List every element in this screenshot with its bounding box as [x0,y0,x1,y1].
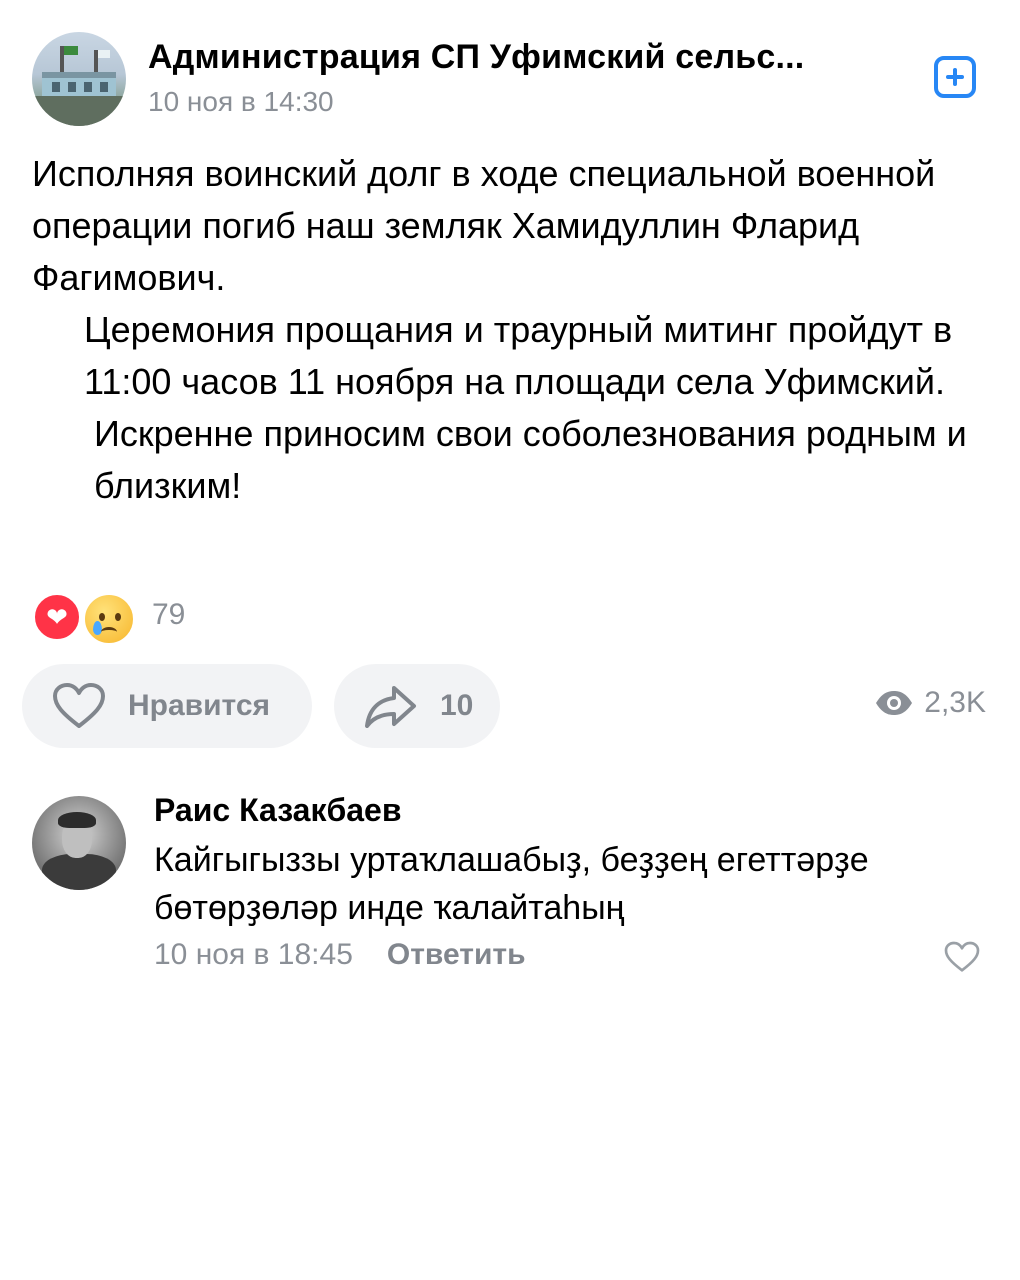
group-avatar[interactable] [32,32,126,126]
comment-item: Раис Казакбаев Кайгыгыззы уртаҡлашабыҙ, … [0,778,1020,988]
share-arrow-icon [365,686,416,728]
like-button-label: Нравится [128,689,271,722]
comment-timestamp: 10 ноя в 18:45 [154,938,353,971]
heart-outline-icon [53,683,105,728]
crying-face-reaction-icon [82,592,136,646]
reply-button[interactable]: Ответить [387,938,526,972]
plus-square-icon[interactable] [934,56,976,98]
eye-icon [876,691,913,715]
comment-like-button[interactable] [944,941,980,978]
post-action-bar: Нравится 10 2,3K [0,662,1020,748]
heart-reaction-icon: ❤ [32,592,82,642]
post-text: Исполняя воинский долг в ходе специально… [32,148,992,512]
commenter-avatar[interactable] [32,796,126,890]
post-timestamp: 10 ноя в 14:30 [148,86,334,117]
views-counter: 2,3K [874,686,986,720]
post-header: Администрация СП Уфимский сельс... 10 но… [0,0,1020,140]
group-name[interactable]: Администрация СП Уфимский сельс... [148,38,804,77]
views-count: 2,3K [924,686,986,719]
share-count: 10 [440,689,474,722]
comment-author[interactable]: Раис Казакбаев [154,792,402,829]
comment-meta: 10 ноя в 18:45 Ответить [154,938,526,972]
post-paragraph: Искренне приносим свои соболезнования ро… [94,413,967,506]
comment-text: Кайгыгыззы уртаҡлашабыҙ, беҙҙең егеттәрҙ… [154,841,869,927]
post-paragraph: Исполняя воинский долг в ходе специально… [32,153,936,298]
reactions-count: 79 [152,598,186,631]
post-paragraph: Церемония прощания и траурный митинг про… [84,309,953,402]
share-button[interactable]: 10 [334,664,500,748]
heart-outline-icon [944,941,980,972]
like-button[interactable]: Нравится [22,664,312,748]
